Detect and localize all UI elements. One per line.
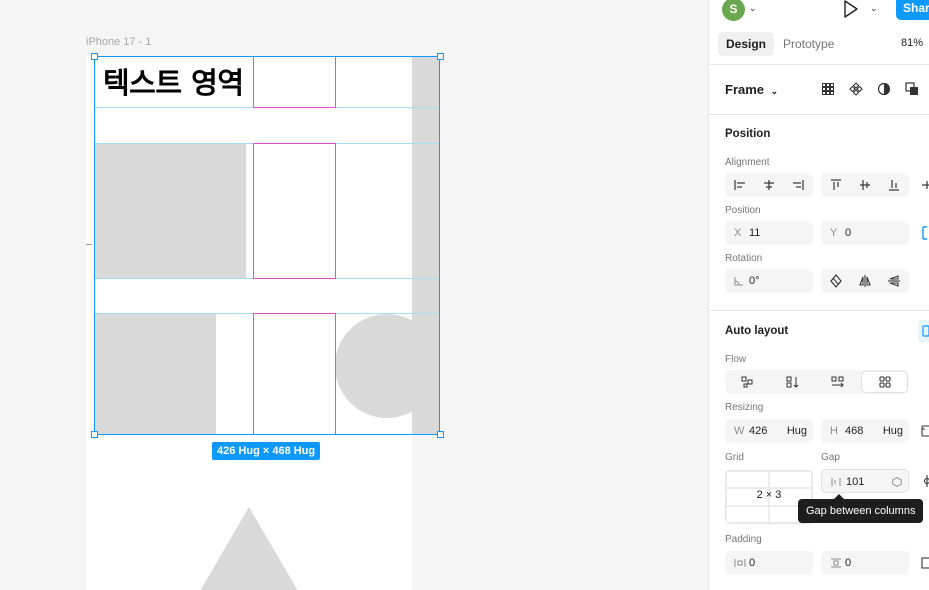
play-icon[interactable] <box>843 0 859 18</box>
resize-handle-bottom-left[interactable] <box>91 431 98 438</box>
resizing-label: Resizing <box>725 402 764 413</box>
vertical-padding-value: 0 <box>845 557 852 569</box>
properties-panel: S ⌄ ⌄ Share Design Prototype 81% Frame ⌄… <box>708 0 929 590</box>
position-label: Position <box>725 205 761 216</box>
alignment-settings-icon[interactable] <box>919 473 929 489</box>
flow-label: Flow <box>725 354 747 365</box>
rotate-icon[interactable] <box>821 269 850 293</box>
constraints-icon[interactable] <box>919 225 929 241</box>
grid-flow-icon[interactable] <box>861 371 908 393</box>
guide-tick <box>86 244 92 245</box>
component-icon[interactable] <box>848 81 864 97</box>
column-gap-icon <box>831 470 841 494</box>
share-button[interactable]: Share <box>896 0 929 20</box>
tab-prototype[interactable]: Prototype <box>775 32 842 56</box>
grid-picker-cell[interactable] <box>726 471 769 489</box>
align-horizontal-center-icon[interactable] <box>754 173 783 197</box>
horizontal-padding-value: 0 <box>749 557 756 569</box>
h-value: 468 <box>845 425 864 437</box>
flip-vertical-icon[interactable] <box>880 269 909 293</box>
grid-picker-cell[interactable] <box>769 471 812 489</box>
padding-label: Padding <box>725 534 762 545</box>
tooltip: Gap between columns <box>798 494 924 523</box>
tab-design[interactable]: Design <box>718 32 775 56</box>
angle-icon <box>734 269 744 293</box>
horizontal-flow-icon[interactable] <box>815 370 860 394</box>
individual-padding-icon[interactable] <box>919 555 929 571</box>
resize-handle-top-right[interactable] <box>437 53 444 60</box>
grid-label: Grid <box>725 452 744 463</box>
frame-type-dropdown[interactable]: Frame ⌄ <box>725 82 778 97</box>
alignment-label: Alignment <box>725 157 770 168</box>
h-prefix: H <box>830 425 838 437</box>
avatar[interactable]: S <box>722 0 745 21</box>
w-prefix: W <box>734 425 745 437</box>
align-top-icon[interactable] <box>821 173 850 197</box>
y-prefix: Y <box>830 227 838 239</box>
boolean-icon[interactable] <box>904 81 920 97</box>
resize-handle-top-left[interactable] <box>91 53 98 60</box>
transform-group <box>821 269 909 293</box>
align-left-icon[interactable] <box>725 173 754 197</box>
divider <box>709 310 929 311</box>
chevron-down-icon[interactable]: ⌄ <box>870 3 878 14</box>
gap-field[interactable]: 101 <box>821 469 909 493</box>
flow-group <box>725 370 909 394</box>
vertical-padding-field[interactable]: 0 <box>821 551 909 575</box>
align-vertical-center-icon[interactable] <box>850 173 879 197</box>
divider <box>709 114 929 115</box>
zoom-level[interactable]: 81% <box>901 37 923 49</box>
horizontal-padding-field[interactable]: 0 <box>725 551 813 575</box>
grid-layout-icon[interactable] <box>820 81 836 97</box>
frame-label[interactable]: iPhone 17 - 1 <box>86 36 151 48</box>
x-prefix: X <box>734 227 742 239</box>
horizontal-alignment-group <box>725 173 813 197</box>
align-right-icon[interactable] <box>784 173 813 197</box>
auto-layout-section-title: Auto layout <box>725 325 789 337</box>
rotation-field[interactable]: 0° <box>725 269 813 293</box>
position-section-title: Position <box>725 128 771 140</box>
y-position-field[interactable]: Y 0 <box>821 221 909 245</box>
y-value: 0 <box>845 227 852 239</box>
triangle-shape[interactable] <box>200 507 298 590</box>
vertical-padding-icon <box>830 551 842 575</box>
x-position-field[interactable]: X 11 <box>725 221 813 245</box>
width-field[interactable]: W 426 Hug <box>725 419 813 443</box>
canvas[interactable]: iPhone 17 - 1 텍스트 영역 426 Hug × 468 Hug <box>0 0 708 590</box>
horizontal-padding-icon <box>734 551 746 575</box>
vertical-flow-icon[interactable] <box>770 370 815 394</box>
mask-icon[interactable] <box>876 81 892 97</box>
h-mode[interactable]: Hug <box>883 419 903 443</box>
height-field[interactable]: H 468 Hug <box>821 419 909 443</box>
gap-value: 101 <box>846 476 865 488</box>
flip-horizontal-icon[interactable] <box>850 269 879 293</box>
distribute-icon[interactable] <box>919 177 929 193</box>
selection-box[interactable] <box>94 56 440 435</box>
vertical-alignment-group <box>821 173 909 197</box>
size-badge: 426 Hug × 468 Hug <box>212 442 321 460</box>
freeform-flow-icon[interactable] <box>725 370 770 394</box>
rotation-value: 0° <box>749 275 760 287</box>
frame-type-label: Frame <box>725 82 765 97</box>
clip-content-icon[interactable] <box>919 423 929 439</box>
align-bottom-icon[interactable] <box>880 173 909 197</box>
divider <box>709 64 929 65</box>
auto-gap-icon[interactable] <box>892 470 902 494</box>
gap-label: Gap <box>821 452 840 463</box>
grid-picker-cell[interactable] <box>726 505 769 523</box>
rotation-label: Rotation <box>725 253 763 264</box>
auto-layout-toggle[interactable] <box>918 320 929 342</box>
chevron-down-icon: ⌄ <box>770 86 779 96</box>
w-value: 426 <box>749 425 768 437</box>
resize-handle-bottom-right[interactable] <box>437 431 444 438</box>
x-value: 11 <box>749 227 761 239</box>
w-mode[interactable]: Hug <box>787 419 807 443</box>
chevron-down-icon[interactable]: ⌄ <box>749 3 757 14</box>
